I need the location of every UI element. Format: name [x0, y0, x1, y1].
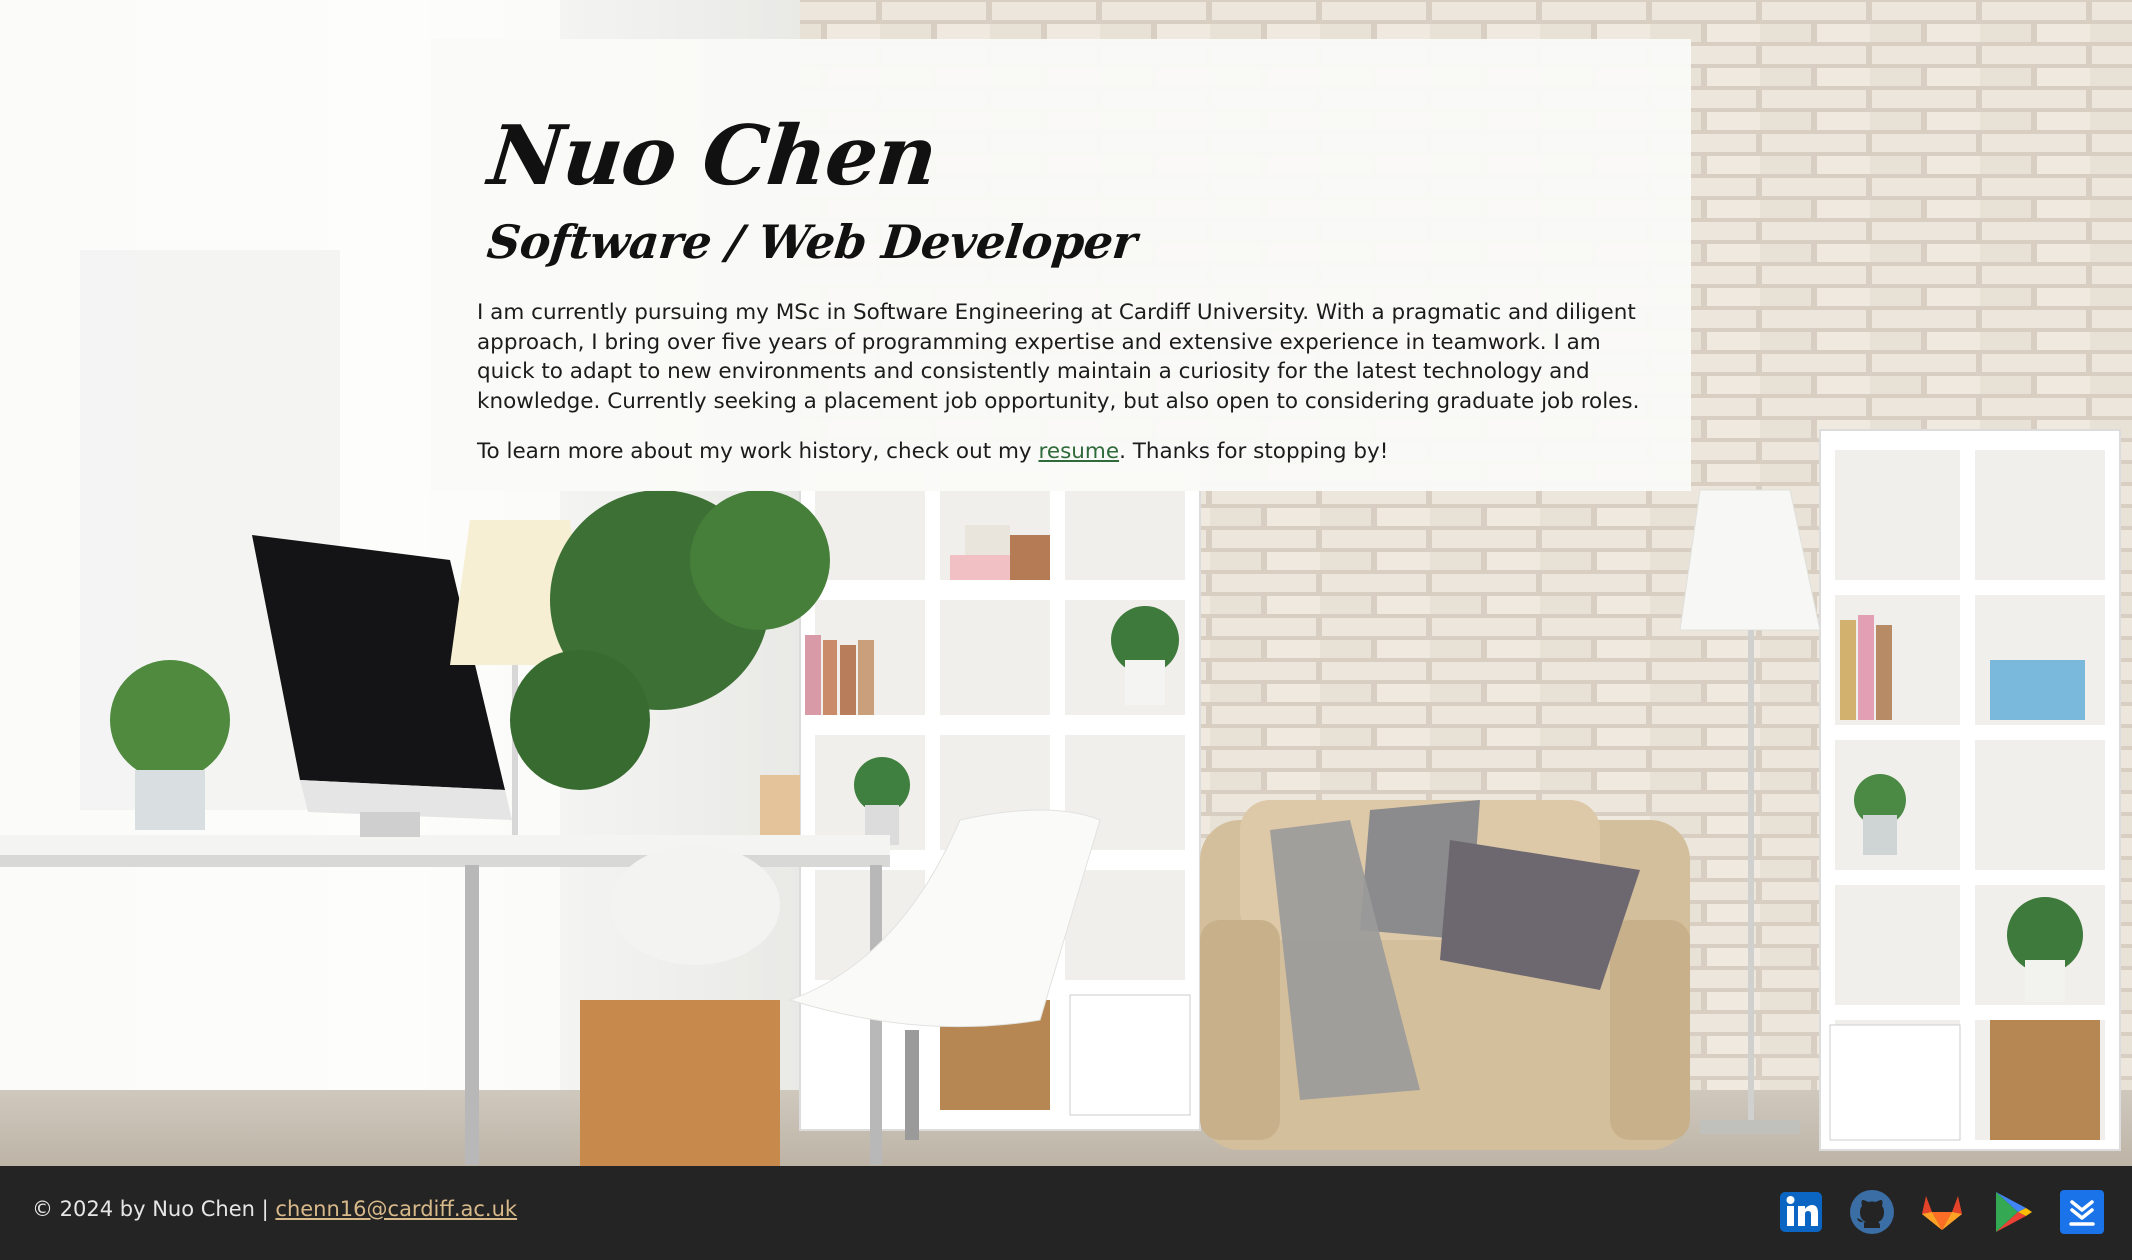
github-icon — [1850, 1190, 1894, 1234]
download-app-link[interactable] — [2058, 1188, 2106, 1236]
copyright-text: © 2024 by Nuo Chen | — [32, 1197, 276, 1221]
resume-link[interactable]: resume — [1038, 439, 1119, 464]
gitlab-link[interactable] — [1918, 1188, 1966, 1236]
download-app-icon — [2060, 1190, 2104, 1234]
social-links — [1778, 1188, 2106, 1236]
linkedin-icon — [1780, 1192, 1822, 1232]
intro-card: Nuo Chen Software / Web Developer I am c… — [431, 39, 1691, 491]
resume-cta: To learn more about my work history, che… — [477, 437, 1645, 467]
footer-copyright: © 2024 by Nuo Chen | chenn16@cardiff.ac.… — [32, 1197, 517, 1221]
google-play-link[interactable] — [1988, 1188, 2036, 1236]
linkedin-link[interactable] — [1778, 1188, 1826, 1236]
google-play-icon — [1996, 1192, 2032, 1232]
job-title: Software / Web Developer — [484, 215, 1140, 269]
portfolio-page: Nuo Chen Software / Web Developer I am c… — [0, 0, 2132, 1260]
cta-text-before: To learn more about my work history, che… — [477, 439, 1039, 464]
bio-paragraph: I am currently pursuing my MSc in Softwa… — [477, 300, 1640, 414]
page-title: Nuo Chen — [484, 108, 941, 204]
footer: © 2024 by Nuo Chen | chenn16@cardiff.ac.… — [0, 1166, 2132, 1260]
cta-text-after: . Thanks for stopping by! — [1119, 439, 1389, 464]
email-link[interactable]: chenn16@cardiff.ac.uk — [275, 1197, 517, 1221]
gitlab-icon — [1922, 1196, 1962, 1230]
github-link[interactable] — [1848, 1188, 1896, 1236]
